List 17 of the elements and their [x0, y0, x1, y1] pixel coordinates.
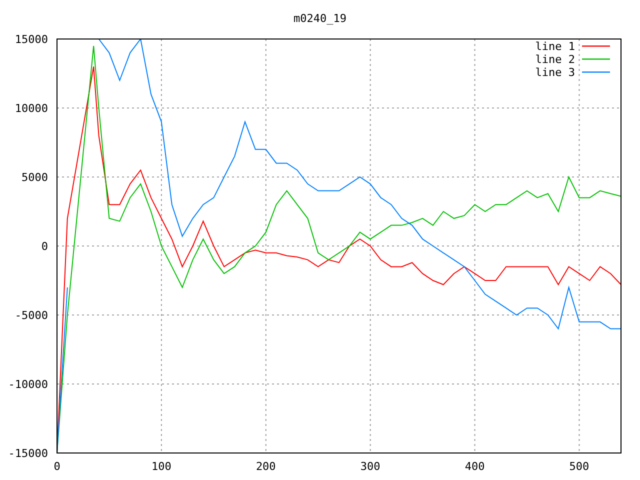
- x-tick-label: 400: [464, 460, 485, 473]
- y-tick-label: 10000: [14, 102, 48, 115]
- x-tick-label: 100: [152, 460, 172, 473]
- y-tick-label: -15000: [8, 447, 48, 460]
- y-tick-label: 15000: [14, 33, 48, 46]
- legend-label: line 3: [535, 66, 575, 79]
- x-tick-label: 0: [54, 460, 60, 473]
- x-tick-label: 500: [569, 460, 590, 473]
- y-tick-label: 0: [41, 240, 48, 253]
- y-tick-label: 5000: [22, 171, 48, 184]
- y-tick-label: -5000: [14, 309, 48, 322]
- y-tick-label: -10000: [8, 378, 48, 391]
- x-tick-label: 200: [256, 460, 276, 473]
- legend-label: line 2: [535, 53, 575, 66]
- chart-title: m0240_19: [294, 12, 346, 25]
- x-tick-label: 300: [360, 460, 380, 473]
- legend-label: line 1: [535, 40, 575, 53]
